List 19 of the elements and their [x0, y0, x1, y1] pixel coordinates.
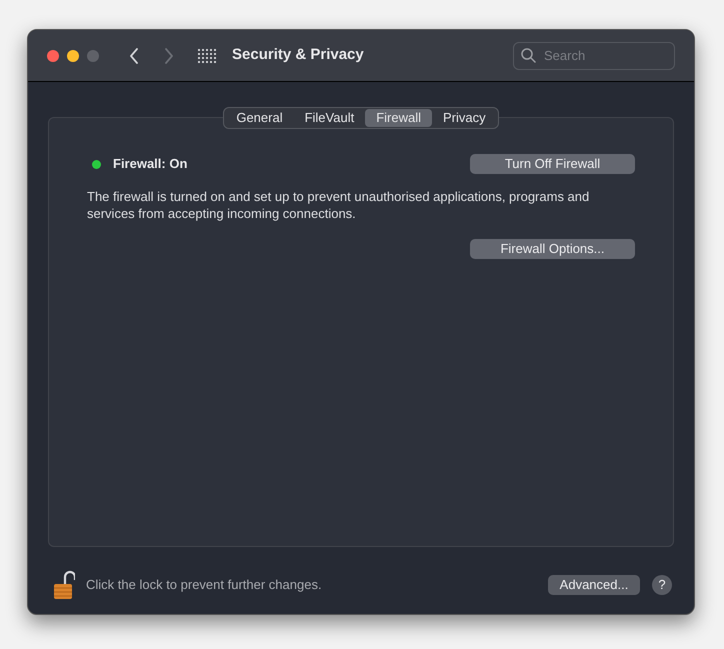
back-icon[interactable] — [129, 48, 139, 64]
firewall-status: Firewall: On — [113, 155, 188, 174]
minimize-button[interactable] — [67, 50, 79, 62]
tab[interactable]: Privacy — [432, 109, 497, 127]
tab[interactable]: Firewall — [365, 109, 432, 127]
help-button[interactable]: ? — [652, 575, 672, 595]
firewall-description: The firewall is turned on and set up to prevent unauthorised applications, programs and services from accepting incoming connections. — [87, 188, 590, 222]
window-title: Security & Privacy — [232, 45, 364, 66]
lock-message: Click the lock to prevent further changes. — [86, 576, 322, 594]
tab[interactable]: FileVault — [294, 109, 366, 127]
advanced-button[interactable]: Advanced... — [548, 575, 640, 595]
close-button[interactable] — [47, 50, 59, 62]
grid-icon[interactable] — [198, 48, 216, 62]
turn-off-firewall-button[interactable]: Turn Off Firewall — [470, 154, 635, 174]
search-icon — [521, 48, 536, 62]
lock-icon[interactable] — [53, 570, 75, 600]
tab[interactable]: General — [225, 109, 294, 127]
firewall-options-button[interactable]: Firewall Options... — [470, 239, 635, 259]
search-field[interactable]: Search — [513, 42, 675, 70]
